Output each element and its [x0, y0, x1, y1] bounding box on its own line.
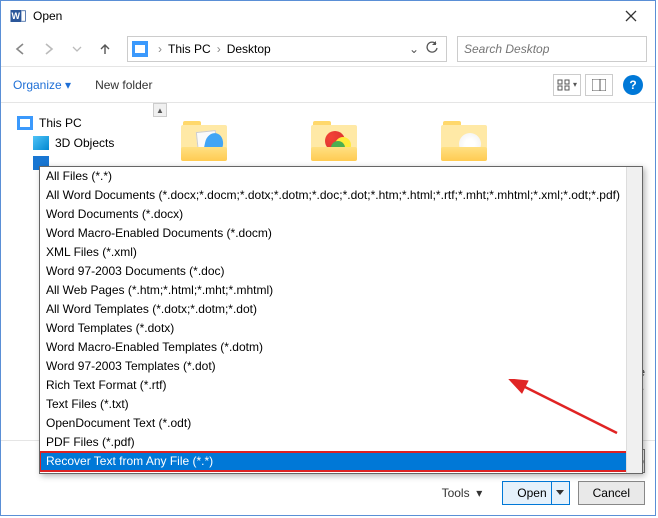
3dobjects-icon	[33, 136, 49, 150]
address-bar[interactable]: › This PC › Desktop ⌄	[127, 36, 447, 62]
close-button[interactable]	[611, 3, 651, 29]
filetype-option[interactable]: Word Macro-Enabled Templates (*.dotm)	[40, 338, 642, 357]
filetype-option[interactable]: Recover Text from Any File (*.*)	[40, 452, 642, 471]
open-dialog: W Open › This PC › Desktop ⌄ Organize ▾ …	[0, 0, 656, 516]
folder-item[interactable]	[441, 121, 491, 161]
breadcrumb-thispc[interactable]: This PC	[166, 42, 213, 56]
chevron-right-icon: ›	[154, 42, 166, 56]
scrollbar[interactable]	[626, 167, 642, 473]
recent-button[interactable]	[65, 37, 89, 61]
filetype-option[interactable]: XML Files (*.xml)	[40, 243, 642, 262]
tools-menu[interactable]: Tools ▾	[442, 486, 483, 500]
filetype-option[interactable]: Word Templates (*.dotx)	[40, 319, 642, 338]
file-list	[181, 121, 491, 161]
open-button[interactable]: Open	[502, 481, 569, 505]
preview-pane-button[interactable]	[585, 74, 613, 96]
arrow-left-icon	[14, 42, 28, 56]
breadcrumb-desktop[interactable]: Desktop	[225, 42, 273, 56]
pc-icon	[17, 116, 33, 130]
icons-view-icon	[557, 79, 571, 91]
chevron-down-icon	[556, 490, 564, 496]
address-dropdown-icon[interactable]: ⌄	[406, 42, 422, 56]
svg-text:W: W	[12, 11, 21, 21]
tree-scroll-up[interactable]: ▲	[153, 103, 167, 117]
toolbar: Organize ▾ New folder ▾ ?	[1, 67, 655, 103]
close-icon	[625, 10, 637, 22]
folder-item[interactable]	[311, 121, 361, 161]
chevron-down-icon: ▾	[65, 78, 71, 92]
arrow-up-icon	[98, 42, 112, 56]
filetype-option[interactable]: Word 97-2003 Templates (*.dot)	[40, 357, 642, 376]
filetype-dropdown[interactable]: All Files (*.*)All Word Documents (*.doc…	[39, 166, 643, 474]
view-icons-button[interactable]: ▾	[553, 74, 581, 96]
back-button[interactable]	[9, 37, 33, 61]
chevron-down-icon: ▾	[573, 80, 577, 89]
filetype-option[interactable]: Word Documents (*.docx)	[40, 205, 642, 224]
filetype-option[interactable]: All Word Templates (*.dotx;*.dotm;*.dot)	[40, 300, 642, 319]
refresh-icon	[426, 41, 438, 53]
titlebar: W Open	[1, 1, 655, 31]
preview-pane-icon	[592, 79, 606, 91]
tree-item-thispc[interactable]: This PC	[13, 113, 153, 133]
content-area: ▲ This PC 3D Objects ile w. All Files (*…	[1, 103, 655, 515]
pc-icon	[132, 41, 148, 57]
filetype-option[interactable]: All Web Pages (*.htm;*.html;*.mht;*.mhtm…	[40, 281, 642, 300]
organize-menu[interactable]: Organize ▾	[13, 78, 71, 92]
open-split-dropdown[interactable]	[551, 482, 569, 504]
forward-button[interactable]	[37, 37, 61, 61]
up-button[interactable]	[93, 37, 117, 61]
nav-bar: › This PC › Desktop ⌄	[1, 31, 655, 67]
chevron-right-icon: ›	[213, 42, 225, 56]
filetype-option[interactable]: Rich Text Format (*.rtf)	[40, 376, 642, 395]
filetype-option[interactable]: PDF Files (*.pdf)	[40, 433, 642, 452]
cancel-button[interactable]: Cancel	[578, 481, 645, 505]
filetype-option[interactable]: Text Files (*.txt)	[40, 395, 642, 414]
new-folder-button[interactable]: New folder	[95, 78, 152, 92]
arrow-right-icon	[42, 42, 56, 56]
filetype-option[interactable]: All Word Documents (*.docx;*.docm;*.dotx…	[40, 186, 642, 205]
filetype-option[interactable]: All Files (*.*)	[40, 167, 642, 186]
filetype-option[interactable]: Word 97-2003 Documents (*.doc)	[40, 262, 642, 281]
tree-item-3dobjects[interactable]: 3D Objects	[13, 133, 153, 153]
nav-tree: This PC 3D Objects	[13, 113, 153, 173]
search-input[interactable]	[457, 36, 647, 62]
filetype-option[interactable]: WordPerfect 5.x (*.doc)	[40, 471, 642, 474]
chevron-down-icon	[72, 44, 82, 54]
word-icon: W	[9, 7, 27, 25]
help-button[interactable]: ?	[623, 75, 643, 95]
folder-item[interactable]	[181, 121, 231, 161]
filetype-option[interactable]: OpenDocument Text (*.odt)	[40, 414, 642, 433]
filetype-option[interactable]: Word Macro-Enabled Documents (*.docm)	[40, 224, 642, 243]
refresh-button[interactable]	[422, 41, 442, 56]
window-title: Open	[33, 9, 611, 23]
